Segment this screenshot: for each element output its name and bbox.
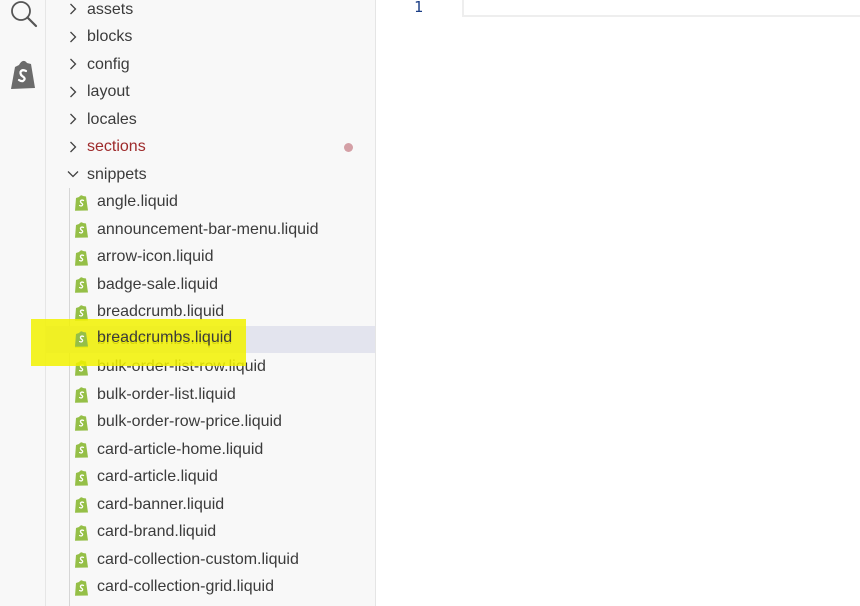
- folder-assets[interactable]: assets: [46, 0, 375, 23]
- liquid-file-icon: [74, 414, 89, 431]
- file-label: announcement-bar-menu.liquid: [97, 220, 319, 238]
- file-label: badge-sale.liquid: [97, 275, 218, 293]
- liquid-file-icon: [74, 359, 89, 376]
- liquid-file-icon: [74, 524, 89, 541]
- folder-locales[interactable]: locales: [46, 106, 375, 133]
- file-label: breadcrumb.liquid: [97, 303, 225, 320]
- file-label: bulk-order-list-row.liquid: [97, 358, 266, 375]
- file-item[interactable]: card-article.liquid: [46, 464, 375, 491]
- liquid-file-icon: [74, 386, 89, 403]
- file-label: card-article-home.liquid: [97, 440, 264, 458]
- file-label: card-brand.liquid: [97, 523, 217, 540]
- folder-label: layout: [87, 83, 130, 100]
- liquid-file-icon: [74, 551, 89, 568]
- file-label: bulk-order-row-price.liquid: [97, 413, 282, 430]
- file-label: card-collection-grid.liquid: [97, 578, 274, 595]
- file-label: card-collection-custom.liquid: [97, 550, 299, 568]
- file-item[interactable]: card-collection-grid.liquid: [46, 574, 375, 601]
- liquid-file-icon: [74, 304, 89, 321]
- chevron-right-icon: [66, 2, 80, 16]
- folder-label: snippets: [87, 165, 147, 183]
- chevron-right-icon: [66, 112, 80, 126]
- liquid-file-icon: [74, 331, 89, 348]
- liquid-file-icon: [74, 496, 89, 513]
- file-item[interactable]: announcement-bar-menu.liquid: [46, 216, 375, 243]
- file-label: bulk-order-list.liquid: [97, 385, 236, 403]
- folder-blocks[interactable]: blocks: [46, 24, 375, 51]
- chevron-down-icon: [66, 167, 80, 181]
- chevron-right-icon: [66, 140, 80, 154]
- folder-sections[interactable]: sections: [46, 134, 375, 161]
- file-label: breadcrumbs.liquid: [97, 330, 233, 348]
- editor-pane[interactable]: 1: [376, 0, 860, 606]
- line-number: 1: [414, 0, 424, 16]
- liquid-file-icon: [74, 249, 89, 266]
- liquid-file-icon: [74, 194, 89, 211]
- file-label: card-article.liquid: [97, 468, 218, 485]
- file-item[interactable]: arrow-icon.liquid: [46, 244, 375, 271]
- file-label: card-banner.liquid: [97, 495, 225, 513]
- file-item[interactable]: angle.liquid: [46, 189, 375, 216]
- folder-label: assets: [87, 0, 134, 18]
- file-item[interactable]: card-article-home.liquid: [46, 436, 375, 463]
- liquid-file-icon: [74, 441, 89, 458]
- liquid-file-icon: [74, 276, 89, 293]
- folder-label: config: [87, 55, 130, 73]
- folder-snippets[interactable]: snippets: [46, 161, 375, 188]
- shopify-icon[interactable]: [0, 58, 45, 90]
- folder-label: blocks: [87, 28, 133, 45]
- chevron-right-icon: [66, 30, 80, 44]
- chevron-right-icon: [66, 85, 80, 99]
- liquid-file-icon: [74, 469, 89, 486]
- file-item[interactable]: breadcrumb.liquid: [46, 299, 375, 326]
- file-label: arrow-icon.liquid: [97, 248, 214, 265]
- file-item[interactable]: bulk-order-list-row.liquid: [46, 354, 375, 381]
- liquid-file-icon: [74, 221, 89, 238]
- activity-bar: [0, 0, 46, 606]
- file-item[interactable]: card-collection-custom.liquid: [46, 546, 375, 573]
- modified-indicator: [344, 142, 353, 152]
- explorer-sidebar: assets blocks config layout locales sections s…: [46, 0, 376, 606]
- folder-layout[interactable]: layout: [46, 79, 375, 106]
- file-item[interactable]: card-banner.liquid: [46, 491, 375, 518]
- folder-config[interactable]: config: [46, 51, 375, 78]
- folder-label: sections: [87, 138, 146, 155]
- file-item[interactable]: bulk-order-row-price.liquid: [46, 409, 375, 436]
- search-icon[interactable]: [0, 0, 45, 30]
- folder-label: locales: [87, 110, 137, 128]
- file-item[interactable]: breadcrumbs.liquid: [46, 326, 375, 353]
- liquid-file-icon: [74, 579, 89, 596]
- file-item[interactable]: card-brand.liquid: [46, 519, 375, 546]
- current-line-highlight: [462, 0, 860, 17]
- chevron-right-icon: [66, 57, 80, 71]
- file-item[interactable]: badge-sale.liquid: [46, 271, 375, 298]
- file-item[interactable]: bulk-order-list.liquid: [46, 381, 375, 408]
- file-label: angle.liquid: [97, 193, 178, 210]
